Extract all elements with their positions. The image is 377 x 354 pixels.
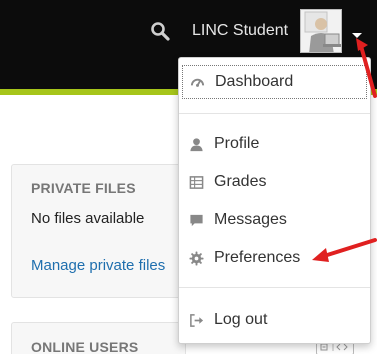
user-dropdown-menu: Dashboard Profile Grades Messages Prefer… (178, 57, 371, 344)
manage-private-files-link[interactable]: Manage private files (31, 257, 165, 274)
private-files-block: PRIVATE FILES No files available Manage … (11, 164, 186, 298)
menu-item-label: Messages (214, 211, 287, 228)
menu-item-messages[interactable]: Messages (182, 203, 367, 237)
no-files-text: No files available (31, 210, 145, 227)
user-name[interactable]: LINC Student (192, 22, 288, 40)
online-users-title: ONLINE USERS (31, 339, 139, 354)
sign-out-icon (188, 312, 204, 328)
menu-divider (179, 113, 370, 114)
avatar[interactable] (300, 9, 342, 53)
caret-down-icon[interactable] (350, 27, 364, 38)
menu-item-log-out[interactable]: Log out (182, 303, 367, 337)
menu-item-preferences[interactable]: Preferences (182, 241, 367, 275)
menu-divider (179, 287, 370, 288)
message-icon (188, 212, 204, 228)
menu-item-grades[interactable]: Grades (182, 165, 367, 199)
grades-icon (188, 174, 204, 190)
menu-item-label: Grades (214, 173, 267, 190)
private-files-title: PRIVATE FILES (31, 180, 136, 196)
menu-item-profile[interactable]: Profile (182, 127, 367, 161)
dashboard-icon (189, 74, 205, 90)
menu-item-label: Profile (214, 135, 260, 152)
online-users-block: ONLINE USERS (11, 322, 186, 354)
menu-item-dashboard[interactable]: Dashboard (182, 65, 367, 99)
menu-item-label: Dashboard (215, 73, 294, 90)
user-icon (188, 136, 204, 152)
menu-item-label: Preferences (214, 249, 301, 266)
menu-item-label: Log out (214, 311, 268, 328)
search-icon[interactable] (150, 21, 172, 43)
gear-icon (188, 250, 204, 266)
